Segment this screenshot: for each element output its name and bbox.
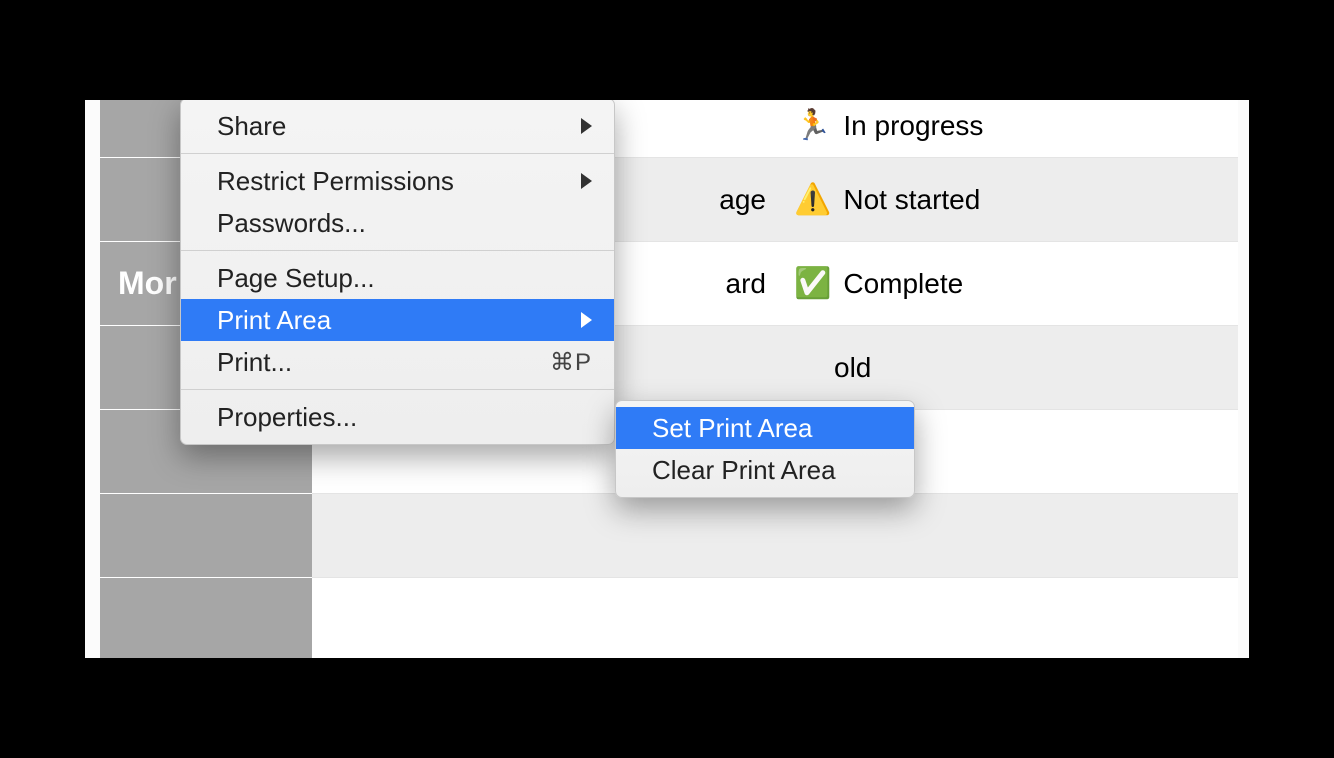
- menu-item-set-print-area[interactable]: Set Print Area: [616, 407, 914, 449]
- status-cell: old: [780, 326, 1094, 410]
- empty-cell: [1094, 158, 1238, 242]
- menu-item-properties[interactable]: Properties...: [181, 396, 614, 438]
- menu-label: Print Area: [217, 305, 331, 336]
- menu-item-share[interactable]: Share: [181, 105, 614, 147]
- submenu-print-area: Set Print Area Clear Print Area: [615, 400, 915, 498]
- empty-cell: [1094, 578, 1238, 658]
- menu-item-print-area[interactable]: Print Area: [181, 299, 614, 341]
- menu-item-passwords[interactable]: Passwords...: [181, 202, 614, 244]
- menu-label: Properties...: [217, 402, 357, 433]
- menu-separator: [181, 389, 614, 390]
- row-header: [100, 578, 312, 658]
- row-header: [100, 494, 312, 578]
- empty-cell: [1094, 410, 1238, 494]
- empty-cell: [1094, 100, 1238, 158]
- menu-item-restrict-permissions[interactable]: Restrict Permissions: [181, 160, 614, 202]
- submenu-arrow-icon: [581, 173, 592, 189]
- status-cell: [780, 578, 1094, 658]
- status-cell: [780, 494, 1094, 578]
- warning-icon: ⚠️: [794, 182, 831, 217]
- submenu-arrow-icon: [581, 312, 592, 328]
- status-text: In progress: [843, 110, 983, 142]
- status-text: Not started: [843, 184, 980, 216]
- status-cell: 🏃 In progress: [780, 100, 1094, 158]
- task-cell: [312, 494, 780, 578]
- menu-item-print[interactable]: Print... ⌘P: [181, 341, 614, 383]
- status-text: Complete: [843, 268, 963, 300]
- context-menu: Share Restrict Permissions Passwords... …: [180, 100, 615, 445]
- status-cell: ✅ Complete: [780, 242, 1094, 326]
- menu-label: Restrict Permissions: [217, 166, 454, 197]
- empty-cell: [1094, 326, 1238, 410]
- running-icon: 🏃: [794, 108, 831, 143]
- menu-label: Passwords...: [217, 208, 366, 239]
- menu-separator: [181, 250, 614, 251]
- menu-label: Share: [217, 111, 286, 142]
- menu-item-clear-print-area[interactable]: Clear Print Area: [616, 449, 914, 491]
- menu-label: Page Setup...: [217, 263, 375, 294]
- status-text: old: [834, 352, 871, 384]
- table-row: [100, 494, 1238, 578]
- screenshot-frame: 🏃 In progress age ⚠️ Not started Mor ard…: [85, 100, 1249, 658]
- keyboard-shortcut: ⌘P: [550, 348, 592, 377]
- check-icon: ✅: [794, 266, 831, 301]
- table-row: [100, 578, 1238, 658]
- menu-label: Set Print Area: [652, 413, 812, 444]
- menu-item-page-setup[interactable]: Page Setup...: [181, 257, 614, 299]
- empty-cell: [1094, 494, 1238, 578]
- empty-cell: [1094, 242, 1238, 326]
- menu-separator: [181, 153, 614, 154]
- menu-label: Clear Print Area: [652, 455, 836, 486]
- submenu-arrow-icon: [581, 118, 592, 134]
- task-cell: [312, 578, 780, 658]
- menu-label: Print...: [217, 347, 292, 378]
- status-cell: ⚠️ Not started: [780, 158, 1094, 242]
